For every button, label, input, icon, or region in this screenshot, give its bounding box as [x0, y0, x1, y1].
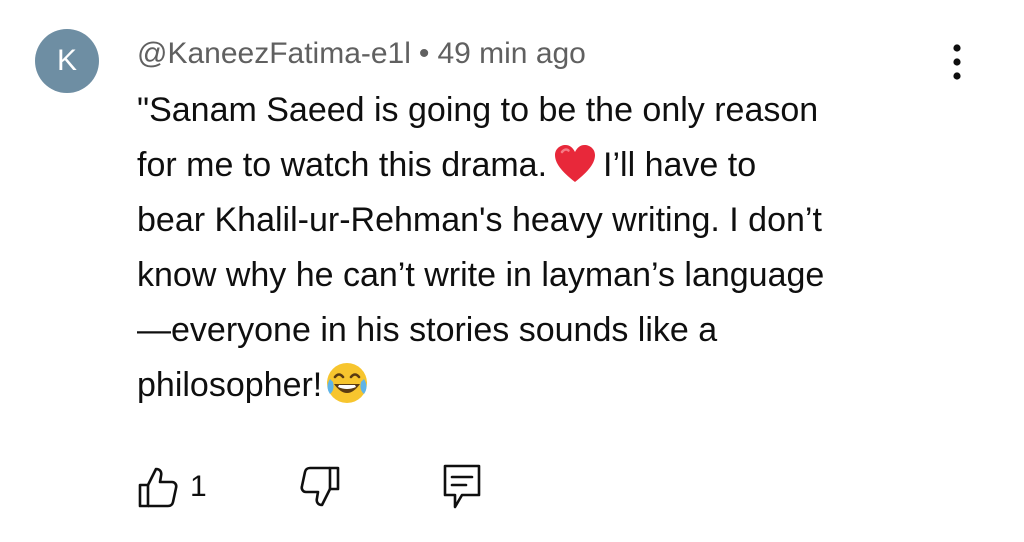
comment-line-part: I’ll have to	[603, 146, 757, 184]
comment-line: for me to watch this drama. I’ll have to	[137, 138, 957, 193]
more-vertical-icon	[953, 44, 961, 80]
more-options-button[interactable]	[940, 40, 974, 84]
comment-line: philosopher!	[137, 358, 957, 413]
reply-button[interactable]	[440, 462, 484, 517]
dislike-button[interactable]	[296, 462, 342, 515]
comment-line: "Sanam Saeed is going to be the only rea…	[137, 91, 819, 129]
comment-header: @KaneezFatima-e1l • 49 min ago	[137, 34, 586, 74]
comment-line: —everyone in his stories sounds like a	[137, 311, 718, 349]
comment-line-part: philosopher!	[137, 366, 323, 404]
reply-comment-icon	[443, 464, 481, 509]
avatar-letter: K	[56, 44, 77, 77]
like-button[interactable]: 1	[136, 462, 207, 512]
comment-line: know why he can’t write in layman’s lang…	[137, 256, 825, 294]
author-handle[interactable]: @KaneezFatima-e1l	[137, 37, 411, 70]
comment: K @KaneezFatima-e1l • 49 min ago "Sanam Sa…	[0, 0, 1024, 542]
thumbs-up-icon	[138, 467, 178, 508]
avatar[interactable]: K	[35, 29, 99, 93]
comment-line-part: for me to watch this drama.	[137, 146, 548, 184]
red-heart-emoji	[555, 145, 596, 182]
comment-text: "Sanam Saeed is going to be the only rea…	[137, 83, 957, 413]
face-with-tears-of-joy-emoji	[327, 363, 368, 403]
meta-separator: •	[418, 37, 430, 70]
comment-timestamp[interactable]: 49 min ago	[437, 37, 585, 70]
comment-actions: 1	[0, 462, 1024, 512]
thumbs-down-icon	[300, 466, 340, 507]
comment-line: bear Khalil-ur-Rehman's heavy writing. I…	[137, 201, 822, 239]
like-count: 1	[190, 470, 207, 503]
